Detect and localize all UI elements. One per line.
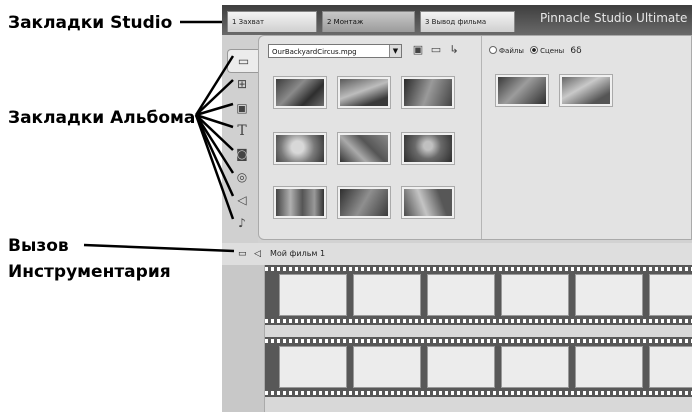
studio-window: 1 Захват 2 Монтаж 3 Вывод фильма Pinnacl…: [222, 5, 692, 412]
music-icon[interactable]: ♪: [229, 212, 255, 234]
tab-capture[interactable]: 1 Захват: [227, 11, 317, 32]
storyboard-frame[interactable]: [575, 274, 643, 316]
storyboard: [222, 265, 692, 412]
scenes-label: Сцены: [540, 47, 565, 55]
tab-edit[interactable]: 2 Монтаж: [322, 11, 415, 32]
annotation-album-tabs: Закладки Альбома: [8, 108, 196, 128]
scene-detect-icon[interactable]: ↳: [447, 43, 461, 57]
storyboard-frame[interactable]: [649, 274, 692, 316]
storyboard-frame[interactable]: [279, 346, 347, 388]
storyboard-frame[interactable]: [353, 346, 421, 388]
title-icon[interactable]: T: [229, 120, 255, 142]
folder-up-icon[interactable]: ▣: [411, 43, 425, 57]
clip-thumbnail[interactable]: [337, 76, 391, 109]
title-bar: 1 Захват 2 Монтаж 3 Вывод фильма Pinnacl…: [222, 5, 692, 35]
storyboard-frame[interactable]: [501, 274, 569, 316]
files-label: Файлы: [499, 47, 524, 55]
storyboard-frame[interactable]: [649, 346, 692, 388]
annotation-studio-tabs: Закладки Studio: [8, 13, 173, 33]
storyboard-frame[interactable]: [575, 346, 643, 388]
scene-thumbnail[interactable]: [495, 74, 549, 107]
file-select-value: OurBackyardCircus.mpg: [272, 48, 357, 56]
clip-thumbnail[interactable]: [273, 76, 327, 109]
files-radio[interactable]: [489, 46, 497, 54]
storyboard-frame[interactable]: [427, 274, 495, 316]
movie-window-toolbar: ▭ ◁ Мой фильм 1: [222, 243, 692, 265]
scenes-radio[interactable]: [530, 46, 539, 54]
album-tab-strip: ▭ ⊞ ▣ T ◙ ◎ ◁ ♪: [222, 35, 259, 243]
storyboard-frame[interactable]: [501, 346, 569, 388]
sound-effects-icon[interactable]: ◁: [229, 189, 255, 211]
clip-thumbnail[interactable]: [337, 186, 391, 219]
filmstrip-row-2: [265, 337, 692, 397]
glasses-icon[interactable]: 6δ: [570, 46, 581, 56]
album-panel: OurBackyardCircus.mpg ▼ ▣ ▭ ↳ Файлы Сцен…: [258, 35, 692, 240]
leader-toolbox: [83, 243, 235, 253]
still-image-icon[interactable]: ◙: [229, 143, 255, 165]
track-header: [222, 265, 265, 412]
annotation-toolbox-line1: Вызов: [8, 236, 69, 256]
transitions-icon[interactable]: ⊞: [229, 73, 255, 95]
video-icon[interactable]: ▭: [227, 49, 259, 73]
clip-thumbnail[interactable]: [401, 186, 455, 219]
disc-menu-icon[interactable]: ◎: [229, 166, 255, 188]
clip-thumbnail[interactable]: [401, 132, 455, 165]
movie-title: Мой фильм 1: [270, 249, 326, 258]
app-title: Pinnacle Studio Ultimate: [540, 11, 688, 25]
album-clips-pane: OurBackyardCircus.mpg ▼ ▣ ▭ ↳: [259, 36, 482, 239]
audio-toolbox-icon[interactable]: ◁: [254, 249, 261, 259]
clip-thumbnail[interactable]: [273, 186, 327, 219]
scene-thumbnail[interactable]: [559, 74, 613, 107]
clip-thumbnail[interactable]: [401, 76, 455, 109]
filmstrip-row-1: [265, 265, 692, 325]
clip-thumbnail[interactable]: [337, 132, 391, 165]
file-select[interactable]: OurBackyardCircus.mpg ▼: [268, 44, 402, 58]
photo-icon[interactable]: ▣: [229, 97, 255, 119]
storyboard-frame[interactable]: [427, 346, 495, 388]
storyboard-frame[interactable]: [279, 274, 347, 316]
tab-make-movie[interactable]: 3 Вывод фильма: [420, 11, 515, 32]
view-options: Файлы Сцены 6δ: [489, 46, 582, 56]
video-toolbox-icon[interactable]: ▭: [238, 249, 247, 259]
clip-thumbnail[interactable]: [273, 132, 327, 165]
annotation-toolbox-line2: Инструментария: [8, 262, 171, 282]
chevron-down-icon[interactable]: ▼: [389, 45, 401, 57]
folder-icon[interactable]: ▭: [429, 43, 443, 57]
storyboard-frame[interactable]: [353, 274, 421, 316]
